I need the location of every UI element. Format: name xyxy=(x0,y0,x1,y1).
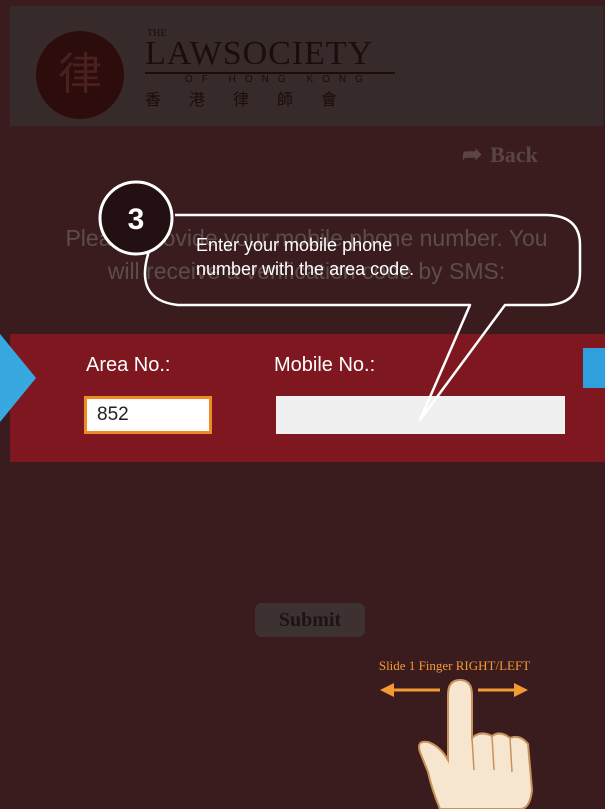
logo-chinese: 香港律師會 xyxy=(145,90,366,109)
submit-button[interactable]: Submit xyxy=(255,603,365,637)
right-swipe-arrow-icon xyxy=(478,683,528,697)
logo-subtitle: OF HONG KONG xyxy=(185,74,372,85)
law-society-logo: THE LAWSOCIETY OF HONG KONG 香港律師會 xyxy=(145,28,405,109)
gesture-hint-text: Slide 1 Finger RIGHT/LEFT xyxy=(378,658,531,673)
right-arrow-indicator-icon xyxy=(583,348,605,388)
mobile-number-label: Mobile No.: xyxy=(274,354,376,376)
tutorial-step-line-1: Enter your mobile phone xyxy=(196,235,393,255)
pointing-hand-icon xyxy=(418,678,534,809)
seal-icon: 律 xyxy=(58,49,102,100)
back-button[interactable]: ➦ Back xyxy=(462,140,538,169)
tutorial-step-text: Enter your mobile phone number with the … xyxy=(196,233,516,281)
back-button-label: Back xyxy=(490,141,538,167)
tutorial-step-line-2: number with the area code. xyxy=(196,259,415,279)
logo-main-text: LAWSOCIETY xyxy=(145,35,374,72)
mobile-number-input[interactable] xyxy=(276,396,565,434)
back-arrow-icon: ➦ xyxy=(462,142,483,168)
left-swipe-arrow-icon xyxy=(380,683,440,697)
app-screen: 律 THE LAWSOCIETY OF HONG KONG 香港律師會 ➦ Ba… xyxy=(0,0,605,809)
area-number-label: Area No.: xyxy=(86,354,171,376)
tutorial-step-number: 3 xyxy=(127,203,145,236)
area-number-input[interactable] xyxy=(84,396,212,434)
left-arrow-indicator-icon xyxy=(0,334,36,422)
law-society-seal-logo: 律 xyxy=(36,31,124,119)
